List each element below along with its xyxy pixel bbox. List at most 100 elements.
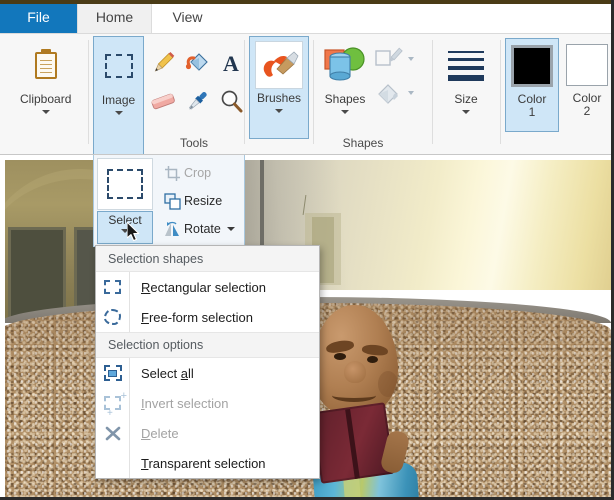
menu-item-label: Rectangular selection (141, 279, 267, 295)
shapes-label: Shapes (324, 92, 366, 106)
selection-dashed-icon (94, 41, 143, 91)
image-label: Image (101, 93, 136, 107)
pencil-icon[interactable] (148, 48, 178, 78)
menu-header-selection-options: Selection options (96, 332, 319, 358)
resize-button[interactable]: Resize (160, 187, 244, 215)
rotate-icon (160, 221, 184, 238)
divider-5 (500, 40, 501, 144)
menu-item-rectangular-selection[interactable]: Rectangular selection (96, 272, 319, 302)
color-2-button[interactable]: Color 2 (560, 38, 614, 118)
clipboard-icon (21, 40, 71, 90)
chevron-down-icon (408, 91, 414, 95)
color-1-swatch (506, 42, 558, 90)
figurine-mouth (332, 389, 376, 402)
ribbon: Clipboard Image A Tools Brushes Shapes S… (0, 33, 611, 155)
tab-home-label: Home (95, 8, 134, 25)
chevron-down-icon[interactable] (41, 110, 50, 114)
menu-item-free-form-selection[interactable]: Free-form selection (96, 302, 319, 332)
chevron-down-icon[interactable] (462, 110, 470, 114)
paint-window: File Home View Clipboard Image A Tools B… (0, 0, 614, 500)
color-1-label-line2: 1 (528, 105, 536, 119)
color-1-button[interactable]: Color 1 (505, 38, 559, 132)
color-2-label-line2: 2 (583, 104, 591, 118)
resize-label: Resize (184, 194, 223, 208)
clipboard-group: Clipboard (4, 36, 86, 152)
eyedropper-icon[interactable] (182, 86, 212, 116)
size-button[interactable]: Size (441, 40, 491, 114)
paint-bucket-icon[interactable] (182, 48, 212, 78)
select-button-caption[interactable]: Select (97, 211, 153, 244)
chevron-down-icon[interactable] (341, 110, 349, 114)
magnifier-icon[interactable] (216, 86, 246, 116)
select-all-icon (96, 358, 129, 388)
canvas-top-margin (0, 155, 611, 160)
line-thickness-icon (441, 40, 491, 90)
divider-2 (244, 40, 245, 144)
menu-item-label: Select all (141, 365, 194, 381)
image-button[interactable]: Image (94, 41, 143, 115)
divider-1 (88, 40, 89, 144)
shape-fill-button (374, 76, 422, 110)
colors-group: Color 1 Color 2 (504, 36, 611, 152)
chevron-down-icon[interactable] (114, 111, 123, 115)
selection-dashed-icon (97, 158, 153, 210)
figurine-eye-left (334, 353, 346, 360)
size-group: Size (437, 36, 497, 152)
delete-x-icon (96, 418, 129, 448)
image-group[interactable]: Image (93, 36, 144, 154)
shapes-button[interactable]: Shapes (320, 40, 370, 114)
tab-file[interactable]: File (0, 0, 77, 33)
resize-icon (160, 192, 184, 210)
tab-home[interactable]: Home (77, 0, 152, 33)
transparent-selection-icon (96, 448, 129, 478)
menu-item-invert-selection: Invert selection (96, 388, 319, 419)
clipboard-label: Clipboard (20, 92, 72, 106)
tab-view[interactable]: View (152, 0, 223, 33)
shapes-group-label: Shapes (342, 136, 384, 150)
brushes-button[interactable]: Brushes (250, 39, 308, 113)
eraser-icon[interactable] (148, 86, 178, 116)
figurine-cheek (378, 371, 398, 397)
chevron-down-icon (408, 57, 414, 61)
ribbon-tab-bar: File Home View (0, 0, 611, 33)
window-title-strip (0, 0, 614, 4)
crop-button: Crop (160, 159, 244, 187)
divider-3 (313, 40, 314, 144)
size-label: Size (454, 92, 478, 106)
menu-item-delete: Delete (96, 418, 319, 448)
tab-file-label: File (27, 8, 50, 25)
divider-4 (432, 40, 433, 144)
tools-group: A Tools (146, 36, 243, 152)
chevron-down-icon[interactable] (275, 109, 283, 113)
photo-figurine (290, 305, 440, 500)
shapes-group: Shapes Shapes (318, 36, 428, 152)
svg-text:A: A (223, 51, 239, 76)
color-2-swatch (561, 41, 613, 89)
menu-item-select-all[interactable]: Select all (96, 358, 319, 388)
crop-icon (160, 165, 184, 182)
shapes-icon (320, 40, 370, 90)
chevron-down-icon[interactable] (226, 227, 235, 231)
clipboard-button[interactable]: Clipboard (20, 40, 71, 114)
shape-outline-button (374, 42, 422, 76)
brushes-label: Brushes (256, 91, 302, 105)
select-dropdown-menu: Selection shapes Rectangular selection F… (95, 245, 320, 479)
canvas-left-margin (0, 155, 5, 500)
menu-header-selection-shapes: Selection shapes (96, 246, 319, 272)
tools-group-label: Tools (179, 136, 208, 150)
crop-label: Crop (184, 166, 212, 180)
rotate-label: Rotate (184, 222, 221, 236)
figurine-nose (344, 361, 366, 383)
text-a-icon[interactable]: A (216, 48, 246, 78)
mouse-cursor (126, 221, 141, 242)
menu-item-label: Transparent selection (141, 455, 266, 471)
menu-item-label: Invert selection (141, 395, 229, 411)
rectangular-selection-icon (96, 272, 129, 302)
select-button[interactable]: Select (97, 158, 153, 244)
image-panel-menu: Crop Resize Rotate (160, 159, 244, 243)
menu-item-transparent-selection[interactable]: Transparent selection (96, 448, 319, 478)
brushes-group[interactable]: Brushes (249, 36, 309, 139)
rotate-button[interactable]: Rotate (160, 215, 244, 243)
figurine-eye-right (367, 356, 378, 363)
image-flyout-panel: Select Crop Resize Rotate (93, 155, 245, 247)
